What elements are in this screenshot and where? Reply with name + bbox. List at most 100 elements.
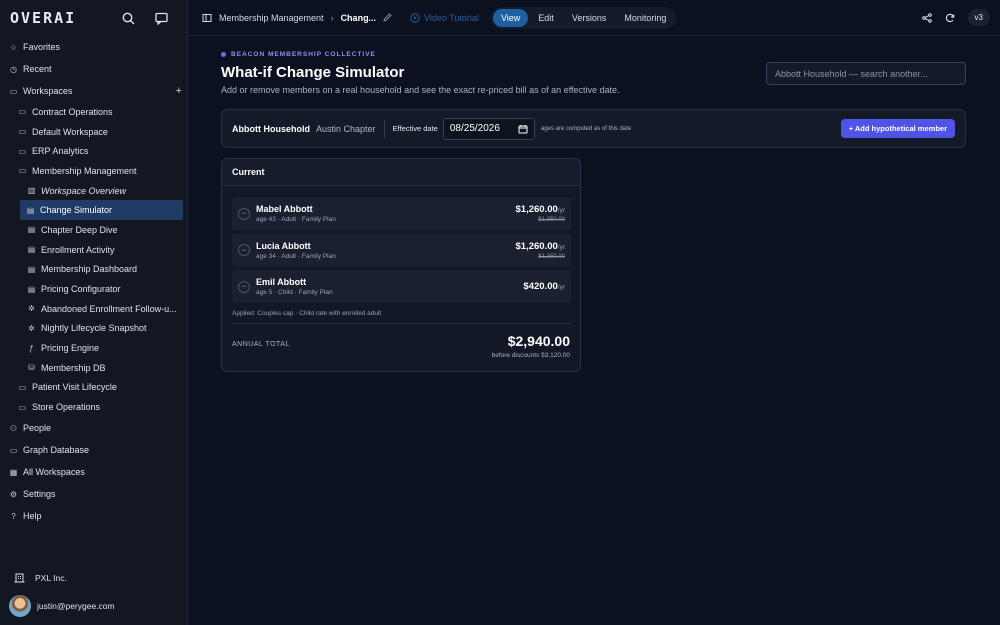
top-bar: Membership Management › Chang... Video T…	[188, 0, 1000, 36]
member-price: $1,260.00/yr	[515, 204, 566, 215]
workflow-icon: ✲	[28, 323, 35, 333]
sidebar-item-help[interactable]: ? Help	[0, 505, 188, 527]
member-name: Emil Abbott	[256, 277, 307, 287]
current-card: Current − Mabel Abbott age 43 · Adult · …	[221, 158, 581, 372]
dot-icon	[221, 52, 226, 57]
sidebar-nav: ☆ Favorites ◷ Recent ▭ Workspaces + ▭ Co…	[0, 36, 188, 527]
share-icon[interactable]	[921, 12, 932, 23]
org-switcher[interactable]: PXL Inc.	[14, 572, 67, 583]
doc-icon: ▤	[27, 225, 36, 235]
calendar-icon[interactable]	[518, 124, 528, 134]
workflow-icon: ✲	[28, 304, 35, 314]
sidebar-item-abandoned-enrollment[interactable]: ✲ Abandoned Enrollment Follow-u...	[0, 299, 183, 319]
help-icon: ?	[11, 511, 16, 521]
sidebar-item-graph-database[interactable]: ▭ Graph Database	[0, 439, 188, 461]
member-meta: age 5 · Child · Family Plan	[256, 289, 333, 296]
sidebar-item-enrollment-activity[interactable]: ▤ Enrollment Activity	[0, 240, 183, 260]
mode-monitoring[interactable]: Monitoring	[616, 9, 674, 27]
household-search-input[interactable]	[766, 62, 966, 85]
remove-member-icon[interactable]: −	[238, 280, 250, 293]
sidebar-item-membership-dashboard[interactable]: ▤ Membership Dashboard	[0, 260, 183, 280]
sidebar-item-contract-operations[interactable]: ▭ Contract Operations	[0, 102, 188, 122]
sidebar-item-favorites[interactable]: ☆ Favorites	[0, 36, 188, 58]
sidebar-item-change-simulator[interactable]: ▤ Change Simulator	[20, 200, 183, 221]
org-eyebrow: BEACON MEMBERSHIP COLLECTIVE	[221, 51, 376, 58]
page-subtitle: Add or remove members on a real househol…	[221, 85, 620, 95]
version-badge[interactable]: v3	[967, 9, 990, 26]
sidebar-item-pricing-configurator[interactable]: ▤ Pricing Configurator	[0, 279, 183, 299]
avatar	[9, 595, 31, 617]
star-icon: ☆	[9, 42, 18, 52]
sidebar-item-settings[interactable]: ⚙ Settings	[0, 483, 188, 505]
logo-row: OVERAI	[10, 8, 180, 28]
member-old-price: $1,350.00	[538, 217, 565, 223]
app-logo[interactable]: OVERAI	[10, 9, 76, 27]
doc-icon: ▤	[26, 205, 35, 215]
ages-note: ages are computed as of this date	[540, 125, 632, 132]
function-icon: ƒ	[29, 343, 34, 353]
before-discounts: before discounts $3,120.00	[491, 352, 570, 359]
sidebar-item-default-workspace[interactable]: ▭ Default Workspace	[0, 122, 188, 142]
mode-switcher: View Edit Versions Monitoring	[490, 6, 677, 29]
effective-date-input[interactable]: 08/25/2026	[442, 117, 535, 140]
sidebar-item-erp-analytics[interactable]: ▭ ERP Analytics	[0, 141, 188, 161]
sidebar-item-patient-visit-lifecycle[interactable]: ▭ Patient Visit Lifecycle	[0, 378, 188, 398]
folder-icon: ▭	[18, 127, 27, 137]
video-tutorial-link[interactable]: Video Tutorial	[410, 13, 479, 23]
folder-icon: ▭	[9, 86, 18, 96]
breadcrumb-parent[interactable]: Membership Management	[219, 13, 324, 23]
household-name: Abbott Household	[232, 123, 310, 134]
sidebar-item-membership-db[interactable]: ⛁ Membership DB	[0, 358, 183, 378]
folder-icon: ▭	[18, 146, 27, 156]
sidebar-item-workspace-overview[interactable]: ▥ Workspace Overview	[0, 181, 183, 201]
remove-member-icon[interactable]: −	[238, 207, 250, 220]
sidebar-item-all-workspaces[interactable]: ▦ All Workspaces	[0, 461, 188, 483]
mode-edit[interactable]: Edit	[530, 9, 562, 27]
user-menu[interactable]: justin@perygee.com	[9, 595, 115, 617]
search-icon[interactable]	[122, 12, 135, 25]
folder-open-icon: ▭	[18, 166, 27, 176]
people-icon: ⚇	[9, 423, 18, 433]
refresh-icon[interactable]	[945, 13, 955, 23]
doc-icon	[202, 13, 212, 23]
sidebar-item-workspaces[interactable]: ▭ Workspaces +	[0, 80, 188, 102]
doc-icon: ▤	[27, 264, 36, 274]
mode-versions[interactable]: Versions	[564, 9, 615, 27]
household-chapter: Austin Chapter	[316, 123, 376, 134]
sidebar-item-membership-management[interactable]: ▭ Membership Management	[0, 161, 188, 181]
member-name: Mabel Abbott	[256, 204, 313, 214]
sidebar-item-store-operations[interactable]: ▭ Store Operations	[0, 397, 188, 417]
sidebar-item-people[interactable]: ⚇ People	[0, 417, 188, 439]
mode-view[interactable]: View	[492, 8, 529, 27]
member-old-price: $1,350.00	[538, 253, 565, 260]
database-icon: ⛁	[28, 363, 35, 373]
breadcrumb-current: Chang...	[340, 12, 377, 23]
member-meta: age 43 · Adult · Family Plan	[256, 216, 336, 223]
page-title: What-if Change Simulator	[221, 64, 405, 81]
sidebar-item-nightly-lifecycle[interactable]: ✲ Nightly Lifecycle Snapshot	[0, 319, 183, 339]
add-workspace-icon[interactable]: +	[176, 85, 182, 97]
sidebar-item-pricing-engine[interactable]: ƒ Pricing Engine	[0, 338, 183, 358]
chevron-right-icon: ›	[330, 12, 334, 23]
add-hypothetical-member-button[interactable]: + Add hypothetical member	[840, 119, 955, 138]
list-item: − Lucia Abbott age 34 · Adult · Family P…	[232, 233, 571, 267]
sidebar-item-recent[interactable]: ◷ Recent	[0, 58, 188, 80]
chat-icon[interactable]	[155, 12, 168, 25]
remove-member-icon[interactable]: −	[238, 244, 250, 256]
household-bar: Abbott Household Austin Chapter Effectiv…	[221, 109, 966, 148]
doc-icon: ▤	[27, 284, 36, 294]
annual-total-label: ANNUAL TOTAL	[232, 341, 290, 348]
play-circle-icon	[410, 12, 420, 23]
member-list: − Mabel Abbott age 43 · Adult · Family P…	[232, 197, 571, 307]
member-price: $1,260.00/yr	[515, 240, 566, 252]
member-price: $420.00/yr	[523, 281, 565, 292]
divider	[383, 119, 385, 138]
member-name: Lucia Abbott	[256, 240, 311, 251]
folder-icon: ▭	[18, 402, 27, 412]
sidebar-item-chapter-deep-dive[interactable]: ▤ Chapter Deep Dive	[0, 220, 183, 240]
pencil-icon[interactable]	[383, 13, 392, 22]
list-item: − Mabel Abbott age 43 · Adult · Family P…	[232, 197, 571, 230]
doc-icon: ▤	[27, 245, 36, 255]
card-heading: Current	[222, 159, 580, 186]
annual-total-value: $2,940.00	[507, 333, 570, 349]
